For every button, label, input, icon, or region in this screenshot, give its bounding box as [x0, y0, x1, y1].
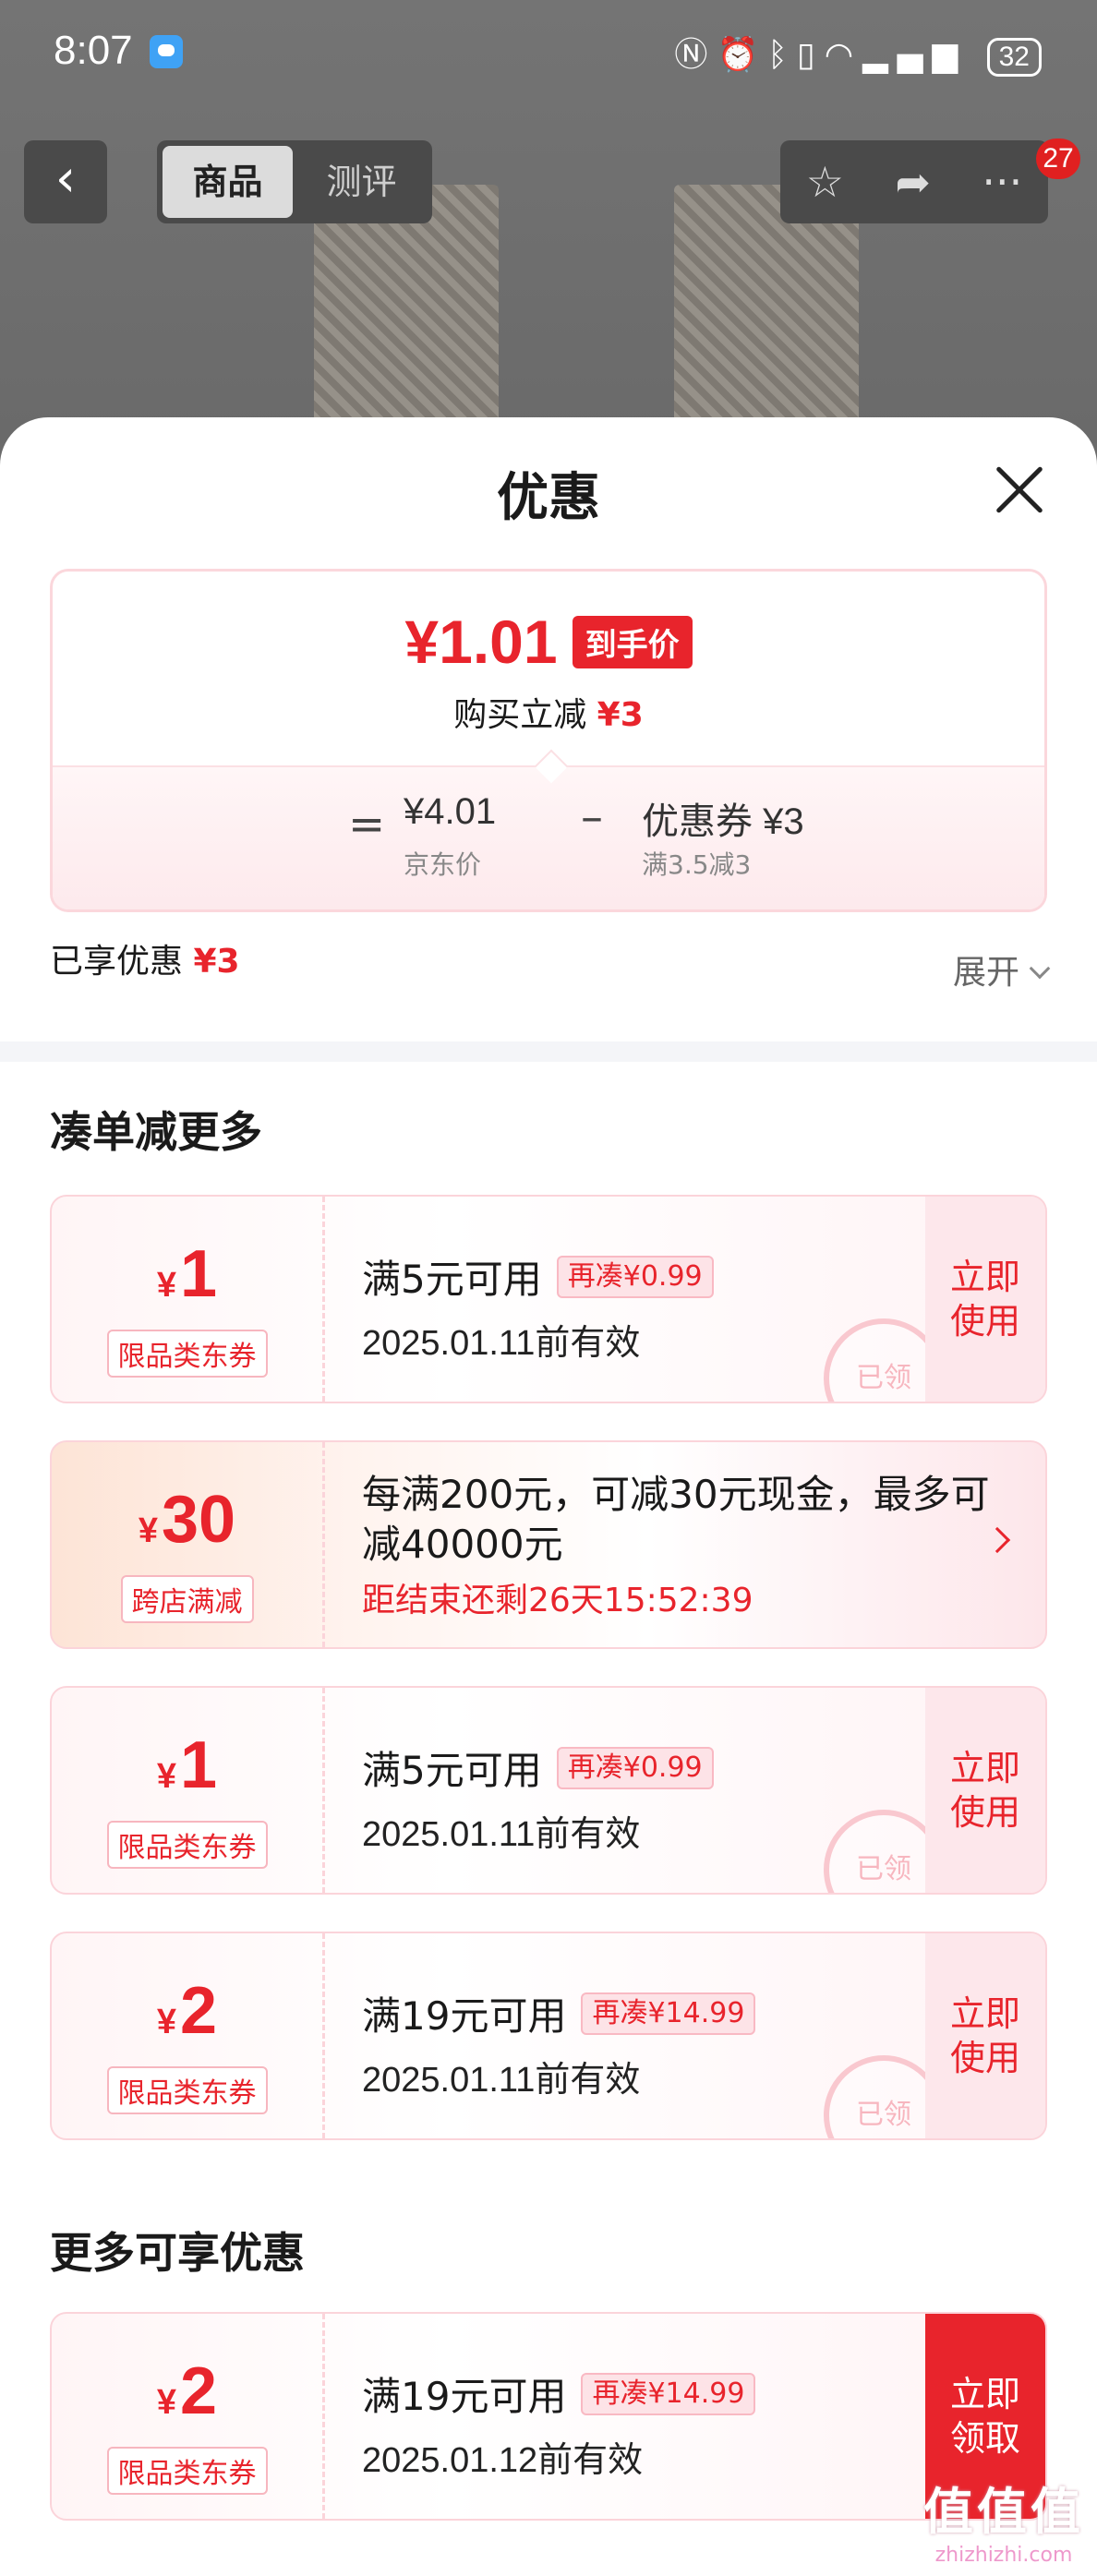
sheet-title: 优惠	[497, 468, 600, 528]
coupon-kind: 限品类东券	[106, 1821, 268, 1869]
product-tabs: 商品 测评	[157, 140, 432, 223]
signal-icon: ▂▄▆	[862, 36, 968, 74]
coupon-condition: 满5元可用	[362, 1257, 542, 1302]
alarm-icon: ⏰	[717, 36, 768, 74]
enjoyed-amount: ¥3	[193, 943, 240, 981]
coupon-card: ¥2 限品类东券 满19元可用 再凑¥14.99 2025.01.12前有效 立即…	[50, 2312, 1047, 2521]
notification-badge: 27	[1036, 138, 1080, 179]
coupon-chip: 再凑¥14.99	[581, 2372, 756, 2415]
jd-price-label: 京东价	[404, 849, 482, 880]
promo-countdown: 距结束还剩26天15:52:39	[362, 1582, 753, 1619]
status-icons: Ⓝ⏰ᛒ▯◠▂▄▆ 32	[674, 28, 1042, 77]
final-price-tag: 到手价	[572, 616, 693, 668]
watermark: 值值值 zhizhizhi.com	[923, 2471, 1084, 2567]
tab-product[interactable]: 商品	[163, 146, 293, 218]
jd-price: ¥4.01	[404, 791, 497, 832]
coupon-condition: 满19元可用	[362, 2374, 567, 2419]
price-card: ¥1.01 到手价 购买立减 ¥3 = ¥4.01 京东价 – 优惠券 ¥3 满…	[50, 569, 1047, 912]
use-now-button[interactable]: 立即 使用	[925, 1688, 1045, 1893]
price-reduction: 购买立减 ¥3	[53, 688, 1044, 736]
coupon-kind: 限品类东券	[106, 1330, 268, 1378]
use-now-button[interactable]: 立即 使用	[925, 1197, 1045, 1402]
section-title-more-offers: 更多可享优惠	[50, 2228, 305, 2278]
coupon-amount: 1	[180, 1728, 218, 1802]
bluetooth-icon: ᛒ	[767, 36, 797, 74]
promo-currency: ¥	[138, 1511, 159, 1550]
more-icon[interactable]: ···	[982, 157, 1022, 207]
share-icon[interactable]: ➦	[895, 157, 931, 207]
coupon-expiry: 2025.01.11前有效	[362, 2061, 641, 2100]
status-bar: 8:07 Ⓝ⏰ᛒ▯◠▂▄▆ 32	[0, 0, 1097, 109]
coupon-card: ¥1 限品类东券 满5元可用 再凑¥0.99 2025.01.11前有效 已领 立…	[50, 1195, 1047, 1403]
price-breakdown: = ¥4.01 京东价 – 优惠券 ¥3 满3.5减3	[53, 765, 1044, 909]
coupon-expiry: 2025.01.12前有效	[362, 2441, 644, 2480]
final-price: ¥1.01	[404, 608, 558, 676]
expand-button[interactable]: 展开	[952, 945, 1051, 993]
chevron-left-icon: ‹	[54, 149, 77, 209]
coupon-rule: 满3.5减3	[642, 849, 752, 880]
watermark-url: zhizhizhi.com	[934, 2544, 1073, 2567]
product-image	[314, 185, 499, 452]
coupon-currency: ¥	[156, 1757, 177, 1796]
promo-description: 每满200元，可减30元现金，最多可减40000元	[362, 1472, 990, 1567]
coupon-amount: 2	[180, 2354, 218, 2428]
nfc-icon: Ⓝ	[674, 36, 717, 74]
coupon-kind: 限品类东券	[106, 2447, 268, 2495]
promo-kind: 跨店满减	[120, 1575, 254, 1623]
chevron-down-icon	[1029, 957, 1051, 980]
reduction-amount: ¥3	[597, 696, 644, 734]
coupon-expiry: 2025.01.11前有效	[362, 1324, 641, 1363]
tab-review[interactable]: 测评	[296, 146, 427, 218]
coupon-card: ¥2 限品类东券 满19元可用 再凑¥14.99 2025.01.11前有效 已领…	[50, 1932, 1047, 2140]
wifi-icon: ◠	[824, 36, 863, 74]
coupon-deduction: 优惠券 ¥3	[642, 801, 804, 842]
reduction-label: 购买立减	[453, 696, 587, 734]
coupon-chip: 再凑¥0.99	[556, 1255, 714, 1298]
star-icon[interactable]: ☆	[806, 157, 844, 207]
battery-icon: 32	[986, 38, 1042, 77]
coupon-chip: 再凑¥0.99	[556, 1746, 714, 1789]
close-icon[interactable]	[994, 463, 1045, 515]
equals-sign: =	[348, 799, 386, 850]
nav-actions: ☆ ➦ ···	[780, 140, 1048, 223]
use-now-button[interactable]: 立即 使用	[925, 1933, 1045, 2138]
vibrate-icon: ▯	[796, 36, 825, 74]
coupon-chip: 再凑¥14.99	[581, 1992, 756, 2035]
divider	[0, 1041, 1097, 1062]
coupon-condition: 满19元可用	[362, 1993, 567, 2039]
promo-amount: 30	[162, 1483, 236, 1557]
enjoyed-discount: 已享优惠 ¥3	[50, 934, 240, 982]
back-button[interactable]: ‹	[24, 140, 107, 223]
coupon-expiry: 2025.01.11前有效	[362, 1815, 641, 1854]
cross-store-promo[interactable]: ¥30 跨店满减 每满200元，可减30元现金，最多可减40000元 距结束还剩…	[50, 1440, 1047, 1649]
coupon-currency: ¥	[156, 2383, 177, 2422]
discount-sheet: 优惠 ¥1.01 到手价 购买立减 ¥3 = ¥4.01 京东价 – 优惠券 ¥…	[0, 417, 1097, 2576]
coupon-amount: 2	[180, 1974, 218, 2048]
coupon-currency: ¥	[156, 1266, 177, 1305]
enjoyed-label: 已享优惠	[50, 943, 184, 981]
coupon-currency: ¥	[156, 2003, 177, 2041]
message-notification-icon	[150, 35, 183, 68]
coupon-card: ¥1 限品类东券 满5元可用 再凑¥0.99 2025.01.11前有效 已领 立…	[50, 1686, 1047, 1895]
expand-label: 展开	[952, 954, 1019, 992]
section-title-more-orders: 凑单减更多	[50, 1107, 262, 1157]
coupon-amount: 1	[180, 1237, 218, 1311]
coupon-kind: 限品类东券	[106, 2066, 268, 2114]
product-image	[674, 185, 859, 452]
minus-sign: –	[581, 791, 603, 843]
watermark-logo: 值值值	[923, 2483, 1084, 2541]
status-time: 8:07	[54, 28, 133, 73]
coupon-condition: 满5元可用	[362, 1748, 542, 1793]
